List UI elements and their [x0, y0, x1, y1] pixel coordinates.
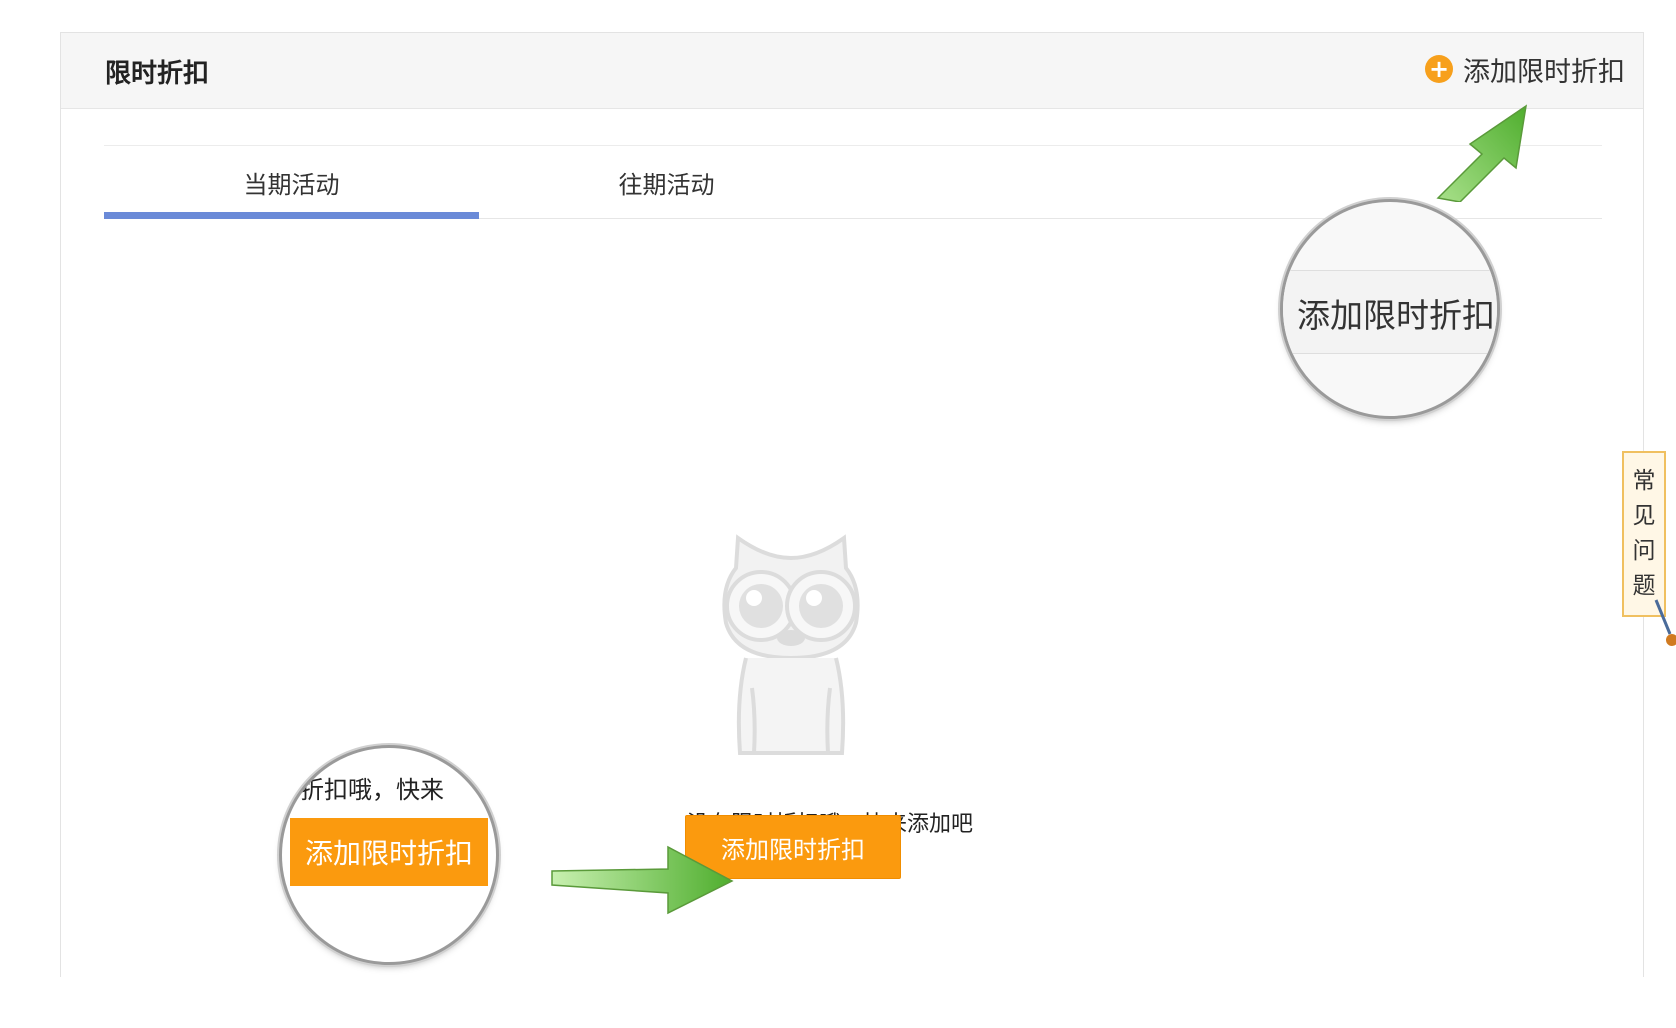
panel-header: 限时折扣 + 添加限时折扣 [61, 33, 1643, 109]
faq-char: 题 [1632, 573, 1656, 599]
zoom-callout-bottom-button: 添加限时折扣 [290, 818, 488, 886]
faq-char: 问 [1632, 538, 1656, 564]
header-add-discount-button[interactable]: + 添加限时折扣 [1425, 51, 1625, 88]
page-title: 限时折扣 [105, 59, 210, 89]
zoom-callout-bottom: 折扣哦，快来 添加限时折扣 [282, 748, 496, 962]
plus-circle-icon: + [1425, 55, 1453, 83]
arrow-up-right-icon [1436, 104, 1528, 202]
pointer-line-icon [1654, 599, 1676, 646]
faq-char: 常 [1632, 468, 1656, 494]
faq-char: 见 [1632, 503, 1656, 529]
tab-current-activities[interactable]: 当期活动 [104, 146, 479, 219]
zoom-callout-bottom-text: 折扣哦，快来 [300, 776, 444, 804]
faq-side-tab[interactable]: 常 见 问 题 [1622, 451, 1666, 617]
zoom-callout-top: 添加限时折扣 [1283, 202, 1497, 416]
tab-past-activities[interactable]: 往期活动 [479, 146, 854, 218]
header-add-discount-label: 添加限时折扣 [1463, 56, 1625, 88]
owl-icon [722, 534, 860, 755]
zoom-callout-top-text: 添加限时折扣 [1297, 296, 1495, 335]
arrow-right-icon [551, 845, 734, 915]
